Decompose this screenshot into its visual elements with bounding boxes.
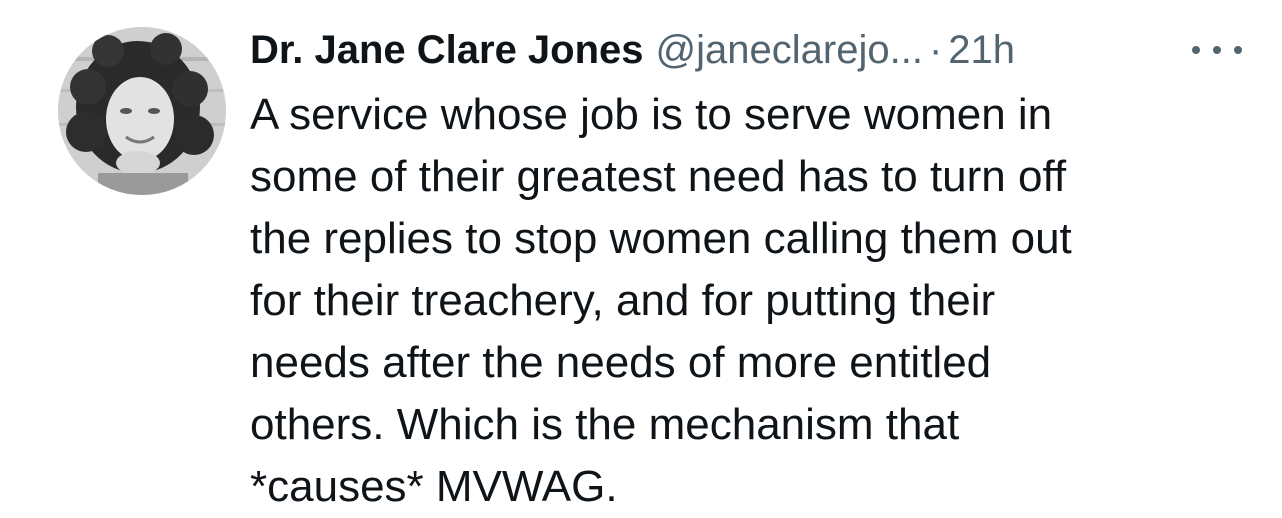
tweet-text: A service whose job is to serve women in… [250, 84, 1250, 518]
more-horizontal-icon[interactable] [1192, 38, 1242, 62]
tweet[interactable]: Dr. Jane Clare Jones @janeclarejo... · 2… [0, 0, 1282, 517]
more-dot [1192, 46, 1200, 54]
tweet-text-line: A service whose job is to serve women in [250, 90, 1053, 139]
separator-dot: · [928, 28, 943, 72]
profile-photo [58, 27, 226, 195]
tweet-header: Dr. Jane Clare Jones @janeclarejo... · 2… [250, 26, 1242, 74]
tweet-text-line: *causes* MVWAG. [250, 462, 618, 511]
tweet-text-line: for their treachery, and for putting the… [250, 276, 996, 325]
author-name[interactable]: Dr. Jane Clare Jones [250, 26, 644, 74]
avatar[interactable] [58, 27, 226, 195]
timestamp[interactable]: 21h [948, 26, 1015, 74]
author-handle[interactable]: @janeclarejo... [656, 26, 923, 74]
tweet-text-line: others. Which is the mechanism that [250, 400, 960, 449]
tweet-text-line: some of their greatest need has to turn … [250, 152, 1067, 201]
more-dot [1234, 46, 1242, 54]
tweet-text-line: needs after the needs of more entitled [250, 338, 992, 387]
tweet-text-line: the replies to stop women calling them o… [250, 214, 1072, 263]
more-dot [1213, 46, 1221, 54]
